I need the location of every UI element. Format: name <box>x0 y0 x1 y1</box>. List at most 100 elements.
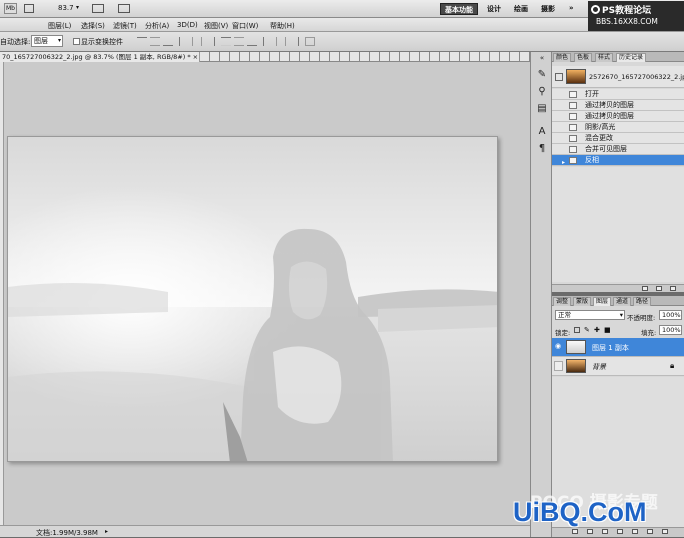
align-hcenter-icon[interactable] <box>192 37 202 46</box>
document-tab[interactable]: 70_165727006322_2.jpg @ 83.7% (图层 1 副本, … <box>0 52 200 62</box>
show-transform-checkbox[interactable] <box>73 38 80 45</box>
history-step[interactable]: 阴影/高光 <box>552 122 684 133</box>
visibility-empty-box[interactable] <box>554 361 563 371</box>
history-step-icon <box>569 157 577 164</box>
history-step[interactable]: 通过拷贝的图层 <box>552 100 684 111</box>
paragraph-icon[interactable]: ¶ <box>535 142 549 156</box>
menu-view[interactable]: 视图(V) <box>204 21 228 31</box>
tab-masks[interactable]: 蒙版 <box>573 297 592 306</box>
tab-paths[interactable]: 路径 <box>633 297 652 306</box>
fill-label: 填充: <box>641 329 657 337</box>
menu-filter[interactable]: 滤镜(T) <box>113 21 137 31</box>
screen-mode-icon[interactable] <box>24 4 34 13</box>
new-document-from-state-icon[interactable] <box>642 286 648 291</box>
new-snapshot-icon[interactable] <box>656 286 662 291</box>
layers-panel-tabs: 调整 蒙版 图层 通道 路径 <box>552 296 684 306</box>
align-vcenter-icon[interactable] <box>150 37 160 46</box>
workspace-essentials[interactable]: 基本功能 <box>440 3 478 15</box>
history-step-label: 阴影/高光 <box>585 123 616 131</box>
lock-transparency-icon[interactable] <box>574 327 580 333</box>
blend-mode-dropdown[interactable]: 正常 ▾ <box>555 310 625 320</box>
new-group-icon[interactable] <box>632 529 638 534</box>
tab-swatches[interactable]: 色板 <box>574 53 593 62</box>
menu-select[interactable]: 选择(S) <box>81 21 105 31</box>
panel-icon-column: « ✎ ⚲ ▤ A ¶ <box>530 52 552 537</box>
link-layers-icon[interactable] <box>572 529 578 534</box>
history-snapshot[interactable]: 2572670_165727006322_2.jpg <box>552 66 684 88</box>
distribute-top-icon[interactable] <box>221 37 231 46</box>
delete-state-icon[interactable] <box>670 286 676 291</box>
menu-3d[interactable]: 3D(D) <box>177 21 198 29</box>
history-step[interactable]: 合并可见图层 <box>552 144 684 155</box>
align-top-icon[interactable] <box>137 37 147 46</box>
fill-field[interactable]: 100% <box>659 325 682 335</box>
menu-window[interactable]: 窗口(W) <box>232 21 258 31</box>
opacity-label: 不透明度: <box>627 314 656 322</box>
auto-align-icon[interactable] <box>305 37 315 46</box>
history-step[interactable]: 通过拷贝的图层 <box>552 111 684 122</box>
arrange-documents-icon[interactable] <box>118 4 130 13</box>
workspace-design[interactable]: 设计 <box>483 3 505 15</box>
visibility-eye-icon[interactable]: ◉ <box>555 343 563 350</box>
lock-image-icon[interactable]: ✎ <box>584 326 590 334</box>
status-bar: 文档:1.99M/3.98M ▸ <box>0 525 530 537</box>
clone-source-icon[interactable]: ⚲ <box>535 85 549 99</box>
tab-color[interactable]: 颜色 <box>553 53 572 62</box>
layer-thumbnail <box>566 359 586 373</box>
distribute-right-icon[interactable] <box>289 37 299 46</box>
tab-history[interactable]: 历史记录 <box>616 53 647 62</box>
history-footer <box>552 284 684 292</box>
layer-row-background[interactable]: 背景 🔒︎ <box>552 357 684 376</box>
history-step[interactable]: 打开 <box>552 89 684 100</box>
document-image[interactable] <box>7 136 498 462</box>
new-layer-icon[interactable] <box>647 529 653 534</box>
history-step-icon <box>569 113 577 120</box>
history-step-selected[interactable]: ▸ 反相 <box>552 155 684 166</box>
distribute-vcenter-icon[interactable] <box>234 37 244 46</box>
opacity-field[interactable]: 100% <box>659 310 682 320</box>
align-right-icon[interactable] <box>205 37 215 46</box>
document-tab-title: 70_165727006322_2.jpg @ 83.7% (图层 1 副本, … <box>2 53 199 61</box>
tab-adjustments[interactable]: 调整 <box>553 297 572 306</box>
distribute-hcenter-icon[interactable] <box>276 37 286 46</box>
distribute-bottom-icon[interactable] <box>247 37 257 46</box>
workspace-painting[interactable]: 绘画 <box>510 3 532 15</box>
zoom-value[interactable]: 83.7 <box>58 4 74 12</box>
adjustment-layer-icon[interactable] <box>617 529 623 534</box>
delete-layer-icon[interactable] <box>662 529 668 534</box>
app-badge[interactable]: Mb <box>4 3 17 14</box>
chevron-down-icon: ▾ <box>619 311 623 319</box>
auto-select-dropdown[interactable]: 图层 ▾ <box>31 35 63 47</box>
history-step[interactable]: 混合更改 <box>552 133 684 144</box>
chevron-down-icon[interactable]: ▾ <box>76 4 79 11</box>
collapse-panels-icon[interactable]: « <box>535 51 549 65</box>
history-step-label: 反相 <box>585 156 599 164</box>
tab-layers[interactable]: 图层 <box>593 297 612 306</box>
layer-style-icon[interactable] <box>587 529 593 534</box>
watermark-uibq: UiBQ.CoM <box>513 497 647 527</box>
status-menu-arrow-icon[interactable]: ▸ <box>105 528 108 535</box>
tab-channels[interactable]: 通道 <box>613 297 632 306</box>
history-step-icon <box>569 146 577 153</box>
view-extras-icon[interactable] <box>92 4 104 13</box>
lock-all-icon[interactable]: ■ <box>604 326 611 334</box>
add-mask-icon[interactable] <box>602 529 608 534</box>
history-empty-area <box>552 167 684 282</box>
more-workspaces-button[interactable]: » <box>565 3 578 15</box>
lock-position-icon[interactable]: ✚ <box>594 326 600 334</box>
distribute-left-icon[interactable] <box>263 37 273 46</box>
workspace-photography[interactable]: 摄影 <box>537 3 559 15</box>
tool-preset-icon[interactable]: ▤ <box>535 102 549 116</box>
brush-source-icon[interactable] <box>555 73 563 81</box>
vertical-ruler <box>0 62 4 525</box>
align-bottom-icon[interactable] <box>163 37 173 46</box>
character-icon[interactable]: A <box>535 125 549 139</box>
brush-preset-icon[interactable]: ✎ <box>535 68 549 82</box>
menu-layer[interactable]: 图层(L) <box>48 21 71 31</box>
menu-help[interactable]: 帮助(H) <box>270 21 295 31</box>
menu-analysis[interactable]: 分析(A) <box>145 21 169 31</box>
blend-mode-value: 正常 <box>558 311 571 319</box>
align-left-icon[interactable] <box>179 37 189 46</box>
tab-styles[interactable]: 样式 <box>595 53 614 62</box>
layer-row-copy[interactable]: ◉ 图层 1 副本 <box>552 338 684 357</box>
